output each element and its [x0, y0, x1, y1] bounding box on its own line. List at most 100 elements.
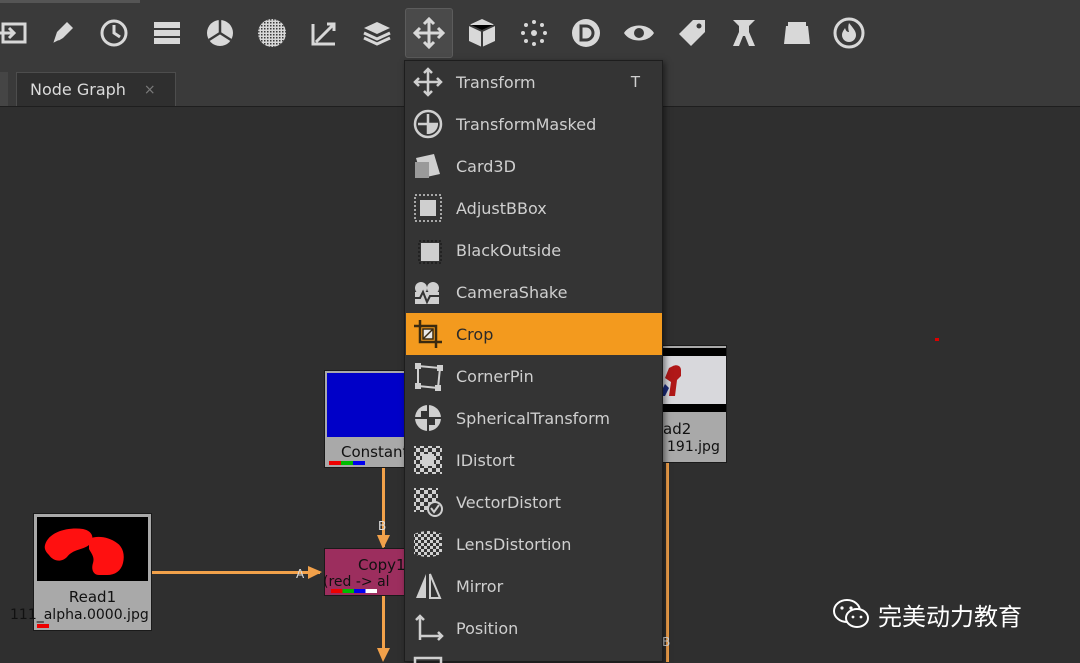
- menu-item-label: BlackOutside: [456, 240, 562, 260]
- channel-indicator: [329, 461, 365, 465]
- menu-item-crop[interactable]: Crop: [406, 313, 662, 355]
- menu-item-card3d[interactable]: Card3D: [406, 145, 662, 187]
- mirror-icon: [412, 570, 444, 602]
- menu-item-label: Crop: [456, 324, 494, 344]
- node-read1[interactable]: Read1 111_alpha.0000.jpg: [10, 513, 152, 631]
- toolbar-merge-button[interactable]: [353, 8, 401, 58]
- toolbar-furnace-button[interactable]: [825, 8, 873, 58]
- toolbar-other-button[interactable]: [773, 8, 821, 58]
- menu-item-lens-distortion[interactable]: LensDistortion: [406, 523, 662, 565]
- menu-item-label: SphericalTransform: [456, 408, 610, 428]
- menu-item-transform[interactable]: Transform T: [406, 61, 662, 103]
- transform-menu: Transform T TransformMasked Card3D Adjus…: [404, 60, 663, 663]
- node-constant[interactable]: Constant: [324, 370, 414, 468]
- menu-item-label: Transform: [456, 72, 536, 92]
- channel-indicator: [37, 624, 49, 628]
- menu-item-corner-pin[interactable]: CornerPin: [406, 355, 662, 397]
- menu-item-position[interactable]: Position: [406, 607, 662, 649]
- channel-indicator: [331, 589, 377, 593]
- clock-icon: [100, 19, 128, 47]
- menu-item-black-outside[interactable]: BlackOutside: [406, 229, 662, 271]
- toolbar-time-button[interactable]: [90, 8, 138, 58]
- spherical-transform-icon: [412, 402, 444, 434]
- toolbar-color-button[interactable]: [196, 8, 244, 58]
- filter-sphere-icon: [258, 19, 286, 47]
- transform-masked-icon: [412, 108, 444, 140]
- toolbar-toolsets-button[interactable]: [720, 8, 768, 58]
- import-icon: [0, 22, 27, 44]
- node-constant-label: Constant: [341, 443, 409, 461]
- node-copy[interactable]: Copy1 (red -> al: [323, 548, 414, 596]
- channel-stack-icon: [154, 22, 180, 44]
- pipe-read2-output: [666, 457, 669, 662]
- watermark-text: 完美动力教育: [878, 602, 1022, 631]
- menu-item-label: CornerPin: [456, 366, 534, 386]
- toolbar-top-line: [0, 0, 140, 3]
- toolbar-import-button[interactable]: [0, 8, 38, 58]
- menu-item-label: Card3D: [456, 156, 516, 176]
- camera-shake-icon: [412, 276, 444, 308]
- deep-icon: [572, 19, 600, 47]
- transform-icon: [412, 16, 446, 50]
- lens-distortion-icon: [412, 528, 444, 560]
- other-icon: [784, 22, 810, 44]
- tab-node-graph-label: Node Graph: [30, 80, 126, 99]
- node-read1-label: Read1: [68, 588, 117, 606]
- color-wheel-icon: [207, 20, 233, 46]
- furnace-icon: [833, 17, 865, 49]
- alpha-silhouette-image: [44, 528, 124, 575]
- tab-node-graph[interactable]: Node Graph ×: [16, 72, 176, 106]
- menu-item-vector-distort[interactable]: VectorDistort: [406, 481, 662, 523]
- toolbar-keyer-button[interactable]: [300, 8, 348, 58]
- tab-edge[interactable]: [0, 72, 8, 106]
- watermark: 完美动力教育: [832, 594, 1022, 634]
- views-eye-icon: [624, 25, 654, 41]
- menu-item-label: AdjustBBox: [456, 198, 547, 218]
- node-read2-file: 191.jpg: [667, 439, 720, 455]
- arrow-b: [377, 535, 390, 549]
- paint-brush-icon: [52, 22, 73, 45]
- toolbar-particles-button[interactable]: [510, 8, 558, 58]
- menu-item-camera-shake[interactable]: CameraShake: [406, 271, 662, 313]
- adjust-bbox-icon: [412, 192, 444, 224]
- red-dot-marker: [935, 338, 939, 341]
- pipe-read1-to-copy: [152, 571, 320, 574]
- menu-item-partial[interactable]: [406, 649, 662, 663]
- toolbar: [0, 0, 1080, 67]
- menu-item-adjust-bbox[interactable]: AdjustBBox: [406, 187, 662, 229]
- menu-item-label: CameraShake: [456, 282, 568, 302]
- 3d-cube-icon: [468, 19, 496, 47]
- close-icon[interactable]: ×: [144, 82, 156, 98]
- toolbar-deep-button[interactable]: [562, 8, 610, 58]
- menu-item-idistort[interactable]: IDistort: [406, 439, 662, 481]
- toolbar-views-button[interactable]: [615, 8, 663, 58]
- pin-label-b2: B: [662, 635, 671, 649]
- position-icon: [412, 612, 444, 644]
- keyer-icon: [311, 22, 336, 46]
- corner-pin-icon: [412, 360, 444, 392]
- particles-icon: [521, 20, 547, 46]
- menu-item-label: IDistort: [456, 450, 515, 470]
- menu-item-shortcut: T: [630, 73, 640, 91]
- toolbar-filter-button[interactable]: [248, 8, 296, 58]
- constant-thumbnail: [327, 373, 413, 437]
- menu-item-spherical-transform[interactable]: SphericalTransform: [406, 397, 662, 439]
- menu-item-mirror[interactable]: Mirror: [406, 565, 662, 607]
- idistort-icon: [412, 444, 444, 476]
- menu-item-transform-masked[interactable]: TransformMasked: [406, 103, 662, 145]
- merge-layers-icon: [363, 22, 391, 46]
- toolbar-draw-button[interactable]: [38, 8, 86, 58]
- menu-item-label: Mirror: [456, 576, 504, 596]
- toolbar-transform-button[interactable]: [405, 8, 453, 58]
- card3d-icon: [412, 150, 444, 182]
- menu-item-label: LensDistortion: [456, 534, 572, 554]
- vector-distort-icon: [412, 486, 444, 518]
- metadata-tag-icon: [679, 20, 705, 46]
- toolbar-channel-button[interactable]: [143, 8, 191, 58]
- toolbar-metadata-button[interactable]: [668, 8, 716, 58]
- wechat-icon: [833, 599, 869, 628]
- node-copy-sub: (red -> al: [323, 574, 390, 590]
- arrow-copy-output: [377, 648, 390, 662]
- toolbar-3d-button[interactable]: [458, 8, 506, 58]
- crop-icon: [412, 318, 444, 350]
